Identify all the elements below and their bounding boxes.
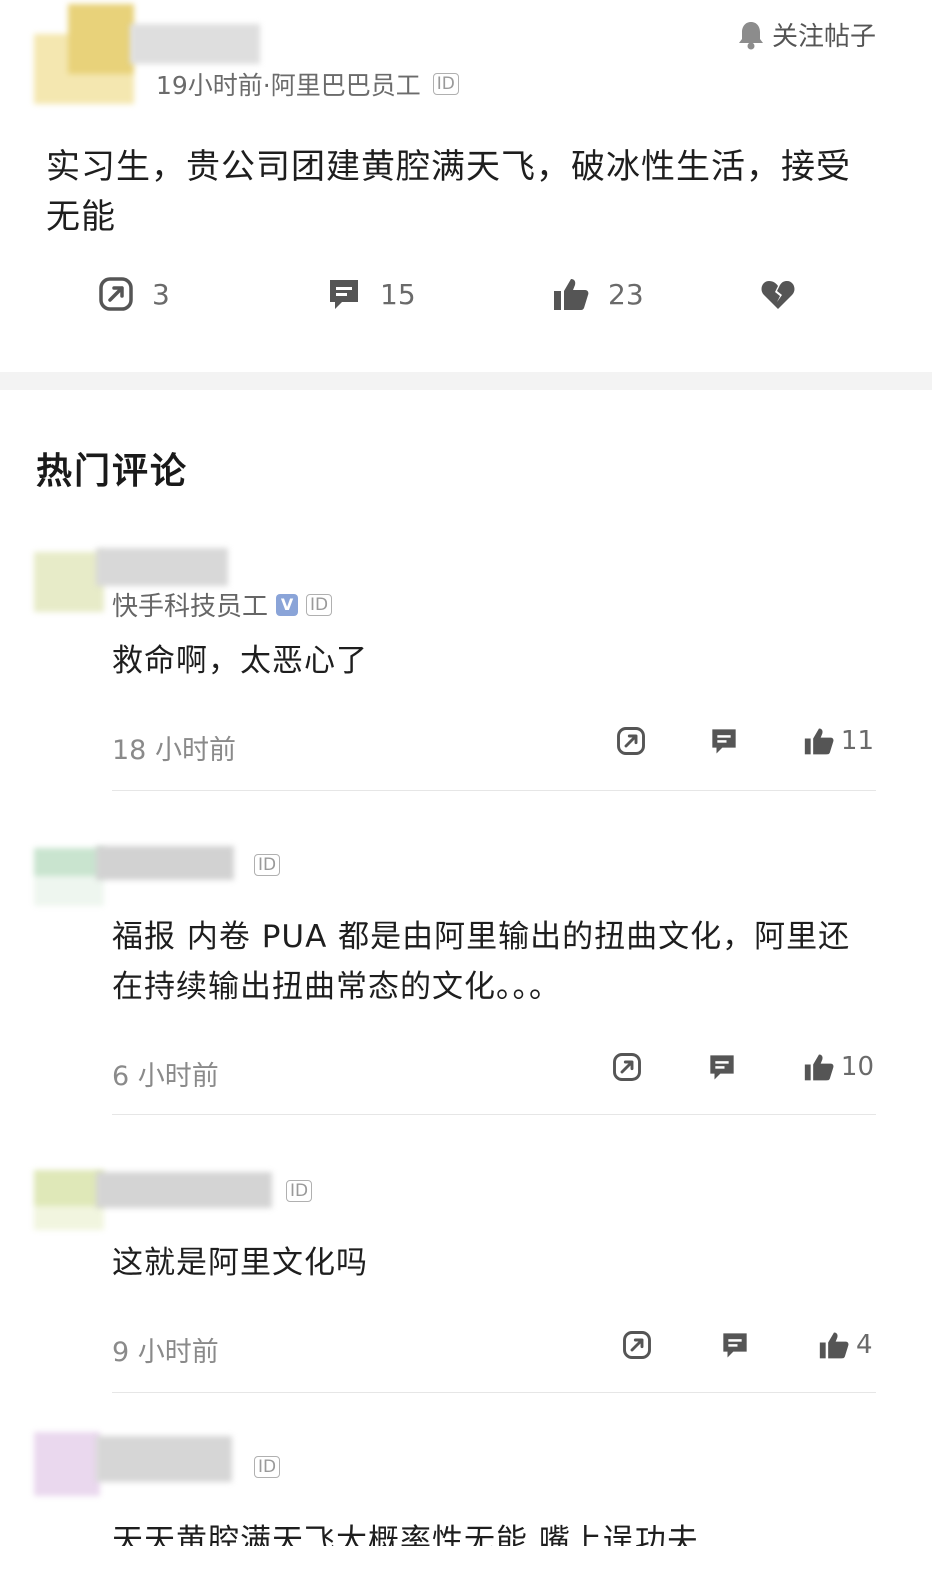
follow-label: 关注帖子	[772, 22, 877, 52]
comment-icon[interactable]	[709, 726, 802, 756]
follow-post-button[interactable]: 关注帖子	[736, 16, 876, 53]
comment-button[interactable]: 15	[326, 276, 416, 312]
comment-divider	[112, 790, 876, 791]
comment-author-blur[interactable]	[96, 846, 234, 880]
id-badge[interactable]: ID	[254, 1456, 281, 1478]
comment-avatar[interactable]	[34, 526, 104, 616]
share-button[interactable]: 3	[98, 276, 170, 312]
comment-author-blur[interactable]	[96, 1172, 272, 1208]
verified-badge: V	[276, 593, 299, 616]
dislike-button[interactable]	[760, 278, 796, 310]
comment-avatar[interactable]	[34, 826, 104, 912]
comment-time: 9 小时前	[112, 1337, 219, 1368]
comment-count: 15	[380, 277, 416, 311]
like-button[interactable]: 23	[552, 276, 644, 312]
thumbs-up-icon	[803, 726, 835, 756]
like-count: 11	[840, 726, 874, 756]
comment-icon[interactable]	[720, 1330, 818, 1360]
like-count: 10	[840, 1052, 874, 1082]
comment-text: 福报 内卷 PUA 都是由阿里输出的扭曲文化，阿里还在持续输出扭曲常态的文化。。…	[112, 919, 851, 1005]
like-count: 23	[608, 277, 644, 311]
comment-icon[interactable]	[707, 1052, 802, 1082]
comment-divider	[112, 1114, 876, 1115]
post-meta: 19小时前·阿里巴巴员工	[156, 71, 421, 100]
comment-icon	[326, 276, 362, 312]
share-icon	[98, 276, 134, 312]
thumbs-up-icon	[552, 276, 590, 312]
post-author-name[interactable]	[130, 24, 260, 64]
like-count: 4	[856, 1330, 873, 1360]
section-title: 热门评论	[36, 451, 189, 492]
comment-time: 18 小时前	[112, 735, 236, 766]
thumbs-up-icon	[818, 1330, 850, 1360]
share-count: 3	[152, 277, 170, 311]
like-button[interactable]: 10	[803, 1052, 874, 1082]
post-avatar[interactable]	[34, 4, 134, 104]
like-button[interactable]: 4	[818, 1330, 873, 1360]
like-button[interactable]: 11	[803, 726, 874, 756]
id-badge[interactable]: ID	[254, 854, 281, 876]
post-body: 实习生，贵公司团建黄腔满天飞，破冰性生活，接受无能	[46, 147, 851, 237]
bottom-edge	[0, 1546, 932, 1590]
comment-author-blur[interactable]	[96, 548, 228, 586]
section-divider	[0, 372, 932, 390]
share-icon[interactable]	[612, 1052, 707, 1082]
share-icon[interactable]	[616, 726, 709, 756]
comment-divider	[112, 1392, 876, 1393]
id-badge[interactable]: ID	[306, 593, 333, 616]
comment-text: 天天黄腔满天飞大概率性无能 嘴上逞功夫	[112, 1523, 699, 1546]
comment-avatar[interactable]	[34, 1160, 104, 1232]
comment-text: 这就是阿里文化吗	[112, 1245, 368, 1281]
thumbs-up-icon	[803, 1052, 835, 1082]
share-icon[interactable]	[622, 1330, 720, 1360]
broken-heart-icon	[760, 278, 796, 310]
comment-text: 救命啊，太恶心了	[112, 643, 368, 679]
comment-avatar[interactable]	[34, 1432, 100, 1496]
comment-author-blur[interactable]	[96, 1436, 232, 1482]
id-badge[interactable]: ID	[286, 1180, 313, 1202]
id-badge[interactable]: ID	[432, 73, 459, 95]
bell-icon	[736, 19, 766, 51]
comment-author[interactable]: 快手科技员工	[112, 586, 268, 623]
comment-time: 6 小时前	[112, 1061, 219, 1092]
